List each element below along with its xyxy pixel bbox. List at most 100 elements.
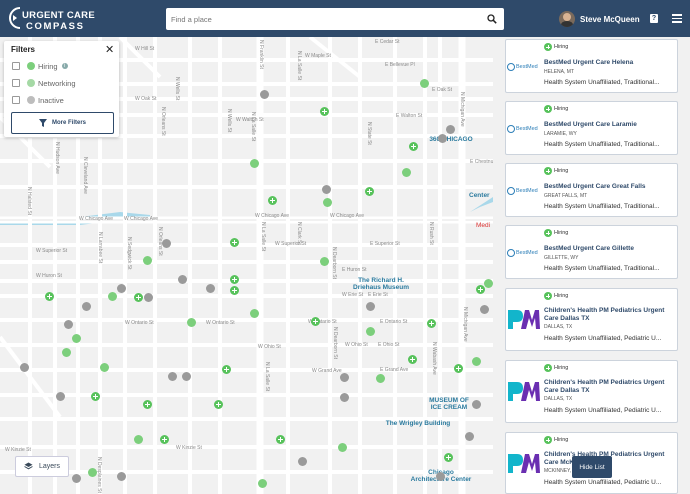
map-pin[interactable] xyxy=(268,196,277,205)
map-pin[interactable] xyxy=(91,392,100,401)
list-item[interactable]: Hiring Children's Health PM Pediatrics U… xyxy=(505,288,678,351)
map-pin[interactable] xyxy=(117,284,126,293)
search-input[interactable] xyxy=(166,8,483,30)
map-pin[interactable] xyxy=(187,318,196,327)
map-pin[interactable] xyxy=(250,159,259,168)
map-pin[interactable] xyxy=(465,432,474,441)
map-pin[interactable] xyxy=(168,372,177,381)
more-filters-button[interactable]: More Filters xyxy=(11,112,114,134)
map-pin[interactable] xyxy=(438,134,447,143)
map-pin[interactable] xyxy=(62,348,71,357)
map-pin[interactable] xyxy=(72,334,81,343)
map-pin[interactable] xyxy=(323,198,332,207)
map-pin[interactable] xyxy=(72,474,81,483)
avatar[interactable] xyxy=(559,11,575,27)
map-pin[interactable] xyxy=(230,238,239,247)
map-pin[interactable] xyxy=(366,327,375,336)
map-pin[interactable] xyxy=(143,256,152,265)
map-pin[interactable] xyxy=(214,400,223,409)
map-pin[interactable] xyxy=(338,443,347,452)
map-pin[interactable] xyxy=(206,284,215,293)
help-icon[interactable]: ? xyxy=(650,14,658,23)
list-item[interactable]: BestMed Hiring BestMed Urgent Care Helen… xyxy=(505,39,678,93)
map-pin[interactable] xyxy=(484,279,493,288)
map-pin[interactable] xyxy=(476,285,485,294)
map-pin[interactable] xyxy=(143,400,152,409)
map-pin[interactable] xyxy=(420,79,429,88)
search-icon[interactable] xyxy=(483,10,501,28)
map-pin[interactable] xyxy=(250,309,259,318)
map-pin[interactable] xyxy=(320,257,329,266)
info-icon[interactable]: i xyxy=(61,63,68,69)
map-pin[interactable] xyxy=(340,393,349,402)
layers-button[interactable]: Layers xyxy=(15,456,69,477)
map-pin[interactable] xyxy=(222,365,231,374)
card-title[interactable]: BestMed Urgent Care Gillette xyxy=(544,245,676,253)
map-pin[interactable] xyxy=(20,363,29,372)
map-pin[interactable] xyxy=(162,239,171,248)
poi-medical[interactable]: Medi xyxy=(476,222,490,229)
map-pin[interactable] xyxy=(408,355,417,364)
map-pin[interactable] xyxy=(444,453,453,462)
map-pin[interactable] xyxy=(365,187,374,196)
filter-hiring[interactable]: Hiring i xyxy=(12,60,68,72)
card-title[interactable]: Children's Health PM Pediatrics Urgent C… xyxy=(544,307,676,323)
map-pin[interactable] xyxy=(472,357,481,366)
map-pin[interactable] xyxy=(427,319,436,328)
map-pin[interactable] xyxy=(436,472,445,481)
map-pin[interactable] xyxy=(311,317,320,326)
app-logo[interactable]: URGENT CARE COMPASS xyxy=(8,5,98,33)
map-pin[interactable] xyxy=(182,372,191,381)
map-pin[interactable] xyxy=(446,125,455,134)
poi-360-chicago[interactable]: 360 CHICAGO xyxy=(428,136,474,143)
hamburger-menu-icon[interactable] xyxy=(672,14,682,23)
map-pin[interactable] xyxy=(108,292,117,301)
card-title[interactable]: BestMed Urgent Care Great Falls xyxy=(544,183,676,191)
map-pin[interactable] xyxy=(258,479,267,488)
map-pin[interactable] xyxy=(298,457,307,466)
poi-wrigley-building[interactable]: The Wrigley Building xyxy=(383,420,453,427)
poi-driehaus-museum[interactable]: The Richard H. Driehaus Museum xyxy=(350,277,412,291)
map-pin[interactable] xyxy=(454,364,463,373)
map-pin[interactable] xyxy=(45,292,54,301)
list-item[interactable]: BestMed Hiring BestMed Urgent Care Gille… xyxy=(505,225,678,279)
map-pin[interactable] xyxy=(402,168,411,177)
close-icon[interactable]: ✕ xyxy=(105,43,114,56)
filter-networking[interactable]: Networking xyxy=(12,77,76,89)
user-menu[interactable]: Steve McQueen xyxy=(559,11,640,27)
list-item[interactable]: BestMed Hiring BestMed Urgent Care Great… xyxy=(505,163,678,217)
map-pin[interactable] xyxy=(134,435,143,444)
map-pin[interactable] xyxy=(340,373,349,382)
poi-center[interactable]: Center xyxy=(469,192,490,199)
poi-museum-of-ice-cream[interactable]: MUSEUM OF ICE CREAM xyxy=(425,397,473,411)
map-pin[interactable] xyxy=(134,293,143,302)
map-pin[interactable] xyxy=(56,392,65,401)
list-item[interactable]: Hiring Children's Health PM Pediatrics U… xyxy=(505,360,678,423)
map-pin[interactable] xyxy=(366,302,375,311)
card-title[interactable]: Children's Health PM Pediatrics Urgent C… xyxy=(544,379,676,395)
map-pin[interactable] xyxy=(260,90,269,99)
map-pin[interactable] xyxy=(320,107,329,116)
map-pin[interactable] xyxy=(100,363,109,372)
map-pin[interactable] xyxy=(472,400,481,409)
user-name[interactable]: Steve McQueen xyxy=(580,15,640,24)
checkbox[interactable] xyxy=(12,62,20,70)
card-title[interactable]: BestMed Urgent Care Laramie xyxy=(544,121,676,129)
map-pin[interactable] xyxy=(480,305,489,314)
hide-list-button[interactable]: Hide List xyxy=(572,456,612,478)
map-pin[interactable] xyxy=(82,302,91,311)
map-pin[interactable] xyxy=(409,142,418,151)
map-pin[interactable] xyxy=(88,468,97,477)
map-pin[interactable] xyxy=(144,293,153,302)
map-pin[interactable] xyxy=(230,275,239,284)
card-title[interactable]: BestMed Urgent Care Helena xyxy=(544,59,676,67)
map-pin[interactable] xyxy=(230,286,239,295)
checkbox[interactable] xyxy=(12,79,20,87)
map-pin[interactable] xyxy=(160,435,169,444)
checkbox[interactable] xyxy=(12,96,20,104)
map-pin[interactable] xyxy=(276,435,285,444)
map-pin[interactable] xyxy=(178,275,187,284)
map-pin[interactable] xyxy=(322,185,331,194)
filter-inactive[interactable]: Inactive xyxy=(12,94,64,106)
list-item[interactable]: BestMed Hiring BestMed Urgent Care Laram… xyxy=(505,101,678,155)
